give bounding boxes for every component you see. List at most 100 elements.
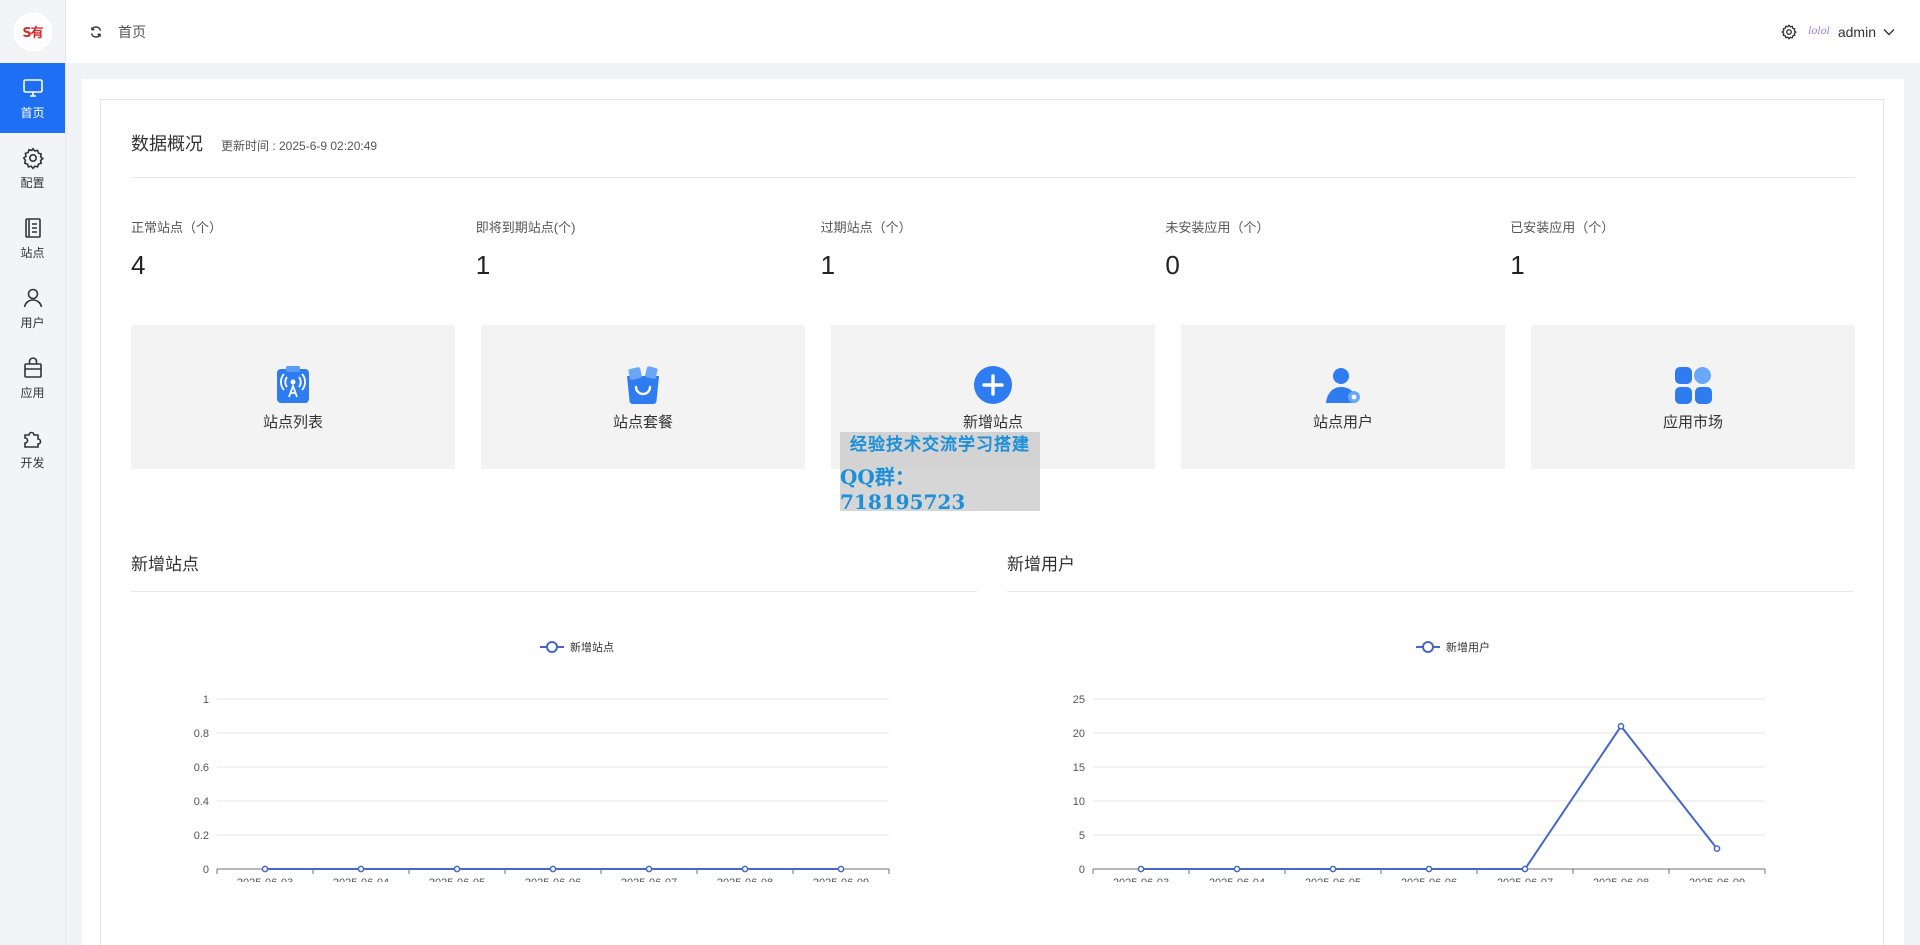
tile-site-users[interactable]: 站点用户 xyxy=(1181,325,1505,469)
stat-label: 即将到期站点(个) xyxy=(475,220,576,235)
chevron-down-icon[interactable] xyxy=(1882,25,1896,39)
tile-label: 新增站点 xyxy=(962,413,1023,431)
chart-title: 新增站点 xyxy=(131,540,977,592)
sidebar-item-label: 站点 xyxy=(20,245,45,260)
tile-site-plans[interactable]: 站点套餐 xyxy=(481,325,805,469)
antenna-clipboard-icon xyxy=(277,365,309,403)
stat-installed-apps: 已安装应用（个） 1 xyxy=(1510,217,1855,281)
tile-site-list[interactable]: 站点列表 xyxy=(131,325,455,469)
y-tick-label: 0 xyxy=(203,864,209,876)
data-point xyxy=(453,865,461,873)
series-line xyxy=(1141,724,1718,870)
x-tick-label: 2025-06-07 xyxy=(621,877,677,882)
chart-new-sites-svg: 新增站点 0 0.2 0.4 0.6 0.8 1 2025-06-03 2025-06-04 20… xyxy=(194,640,890,882)
data-point xyxy=(1713,845,1721,852)
y-tick-label: 15 xyxy=(1073,762,1085,774)
data-point xyxy=(645,865,653,873)
plus-circle-icon xyxy=(974,365,1012,404)
data-point xyxy=(1521,865,1529,873)
tile-label: 站点套餐 xyxy=(612,413,673,431)
sidebar-item-sites[interactable]: 站点 xyxy=(0,203,65,273)
sidebar-item-label: 首页 xyxy=(20,105,45,120)
y-tick-label: 0.4 xyxy=(194,796,209,808)
x-tick-label: 2025-06-04 xyxy=(333,877,389,882)
chart-new-users-svg: 新增用户 0 5 10 15 20 25 2025-06-03 2025-06-04 2025-0… xyxy=(1073,640,1766,882)
sidebar-item-dev[interactable]: 开发 xyxy=(0,413,65,483)
username[interactable]: admin xyxy=(1838,24,1876,40)
sidebar-item-label: 开发 xyxy=(20,455,45,470)
update-time: 更新时间 : 2025-6-9 02:20:49 xyxy=(221,139,378,153)
sidebar: S有 首页 配置 站点 用户 应用 开发 xyxy=(0,0,66,945)
stat-label: 正常站点（个） xyxy=(131,220,223,235)
tile-label: 应用市场 xyxy=(1662,413,1723,431)
monitor-icon xyxy=(22,78,43,97)
legend-marker xyxy=(1422,641,1434,653)
sidebar-item-home[interactable]: 首页 xyxy=(0,63,65,133)
legend-marker xyxy=(546,641,558,653)
breadcrumb[interactable]: 首页 xyxy=(118,22,146,42)
x-tick-label: 2025-06-03 xyxy=(237,877,293,882)
tile-label: 站点列表 xyxy=(262,413,323,431)
tile-app-market[interactable]: 应用市场 xyxy=(1531,325,1855,469)
y-tick-label: 20 xyxy=(1073,728,1085,740)
data-point xyxy=(1425,865,1433,873)
stat-normal-sites: 正常站点（个） 4 xyxy=(131,217,476,281)
top-bar: 首页 lolol admin xyxy=(66,0,1920,63)
sidebar-item-label: 配置 xyxy=(20,175,45,190)
sidebar-item-apps[interactable]: 应用 xyxy=(0,343,65,413)
y-tick-label: 5 xyxy=(1079,830,1085,842)
data-point xyxy=(549,865,557,873)
stat-expiring-sites: 即将到期站点(个) 1 xyxy=(476,217,821,281)
stat-value: 1 xyxy=(1510,250,1525,280)
data-point xyxy=(741,865,749,873)
x-tick-label: 2025-06-08 xyxy=(1593,877,1649,882)
data-point xyxy=(1617,722,1625,730)
data-point xyxy=(1137,865,1145,873)
x-tick-label: 2025-06-05 xyxy=(1305,877,1361,882)
data-point xyxy=(261,865,269,873)
legend-label: 新增用户 xyxy=(1446,640,1490,654)
gear-icon xyxy=(22,147,44,170)
x-tick-label: 2025-06-09 xyxy=(1689,877,1745,882)
page-title: 数据概况 xyxy=(131,134,203,154)
chart-legend: 新增站点 xyxy=(540,640,614,654)
logo[interactable]: S有 xyxy=(12,11,53,52)
x-tick-label: 2025-06-08 xyxy=(717,877,773,882)
stat-uninstalled-apps: 未安装应用（个） 0 xyxy=(1165,217,1510,281)
stat-label: 已安装应用（个） xyxy=(1510,220,1615,235)
chart-new-users: 新增用户 新增用户 0 5 10 15 20 25 2025-06-03 2025-06-04 2… xyxy=(1007,540,1853,882)
watermark: 经验技术交流学习搭建 QQ群：718195723 xyxy=(840,432,1040,514)
y-tick-label: 25 xyxy=(1073,694,1085,706)
x-tick-label: 2025-06-05 xyxy=(429,877,485,882)
tile-label: 站点用户 xyxy=(1312,413,1373,431)
chart-legend: 新增用户 xyxy=(1416,640,1490,654)
main-content: 数据概况 更新时间 : 2025-6-9 02:20:49 正常站点（个） 4 … xyxy=(82,79,1904,945)
chart-title: 新增用户 xyxy=(1007,540,1853,592)
x-tick-label: 2025-06-07 xyxy=(1497,877,1553,882)
sidebar-item-label: 用户 xyxy=(20,315,45,330)
user-icon xyxy=(23,288,42,307)
legend-label: 新增站点 xyxy=(570,640,614,654)
avatar[interactable]: lolol xyxy=(1808,26,1830,37)
y-tick-label: 0.6 xyxy=(194,762,209,774)
data-point xyxy=(357,865,365,873)
chart-new-sites: 新增站点 新增站点 0 0.2 0.4 0.6 0.8 1 2025-06-03 2025-06… xyxy=(131,540,977,882)
sidebar-item-users[interactable]: 用户 xyxy=(0,273,65,343)
settings-gear-icon[interactable] xyxy=(1780,23,1798,41)
data-point xyxy=(837,865,845,873)
refresh-icon[interactable] xyxy=(88,24,104,40)
overview-panel: 数据概况 更新时间 : 2025-6-9 02:20:49 正常站点（个） 4 … xyxy=(100,99,1884,945)
data-point xyxy=(1329,865,1337,873)
stat-value: 0 xyxy=(1165,250,1180,280)
app-grid-icon xyxy=(1675,366,1712,404)
bag-icon xyxy=(23,356,42,378)
sidebar-item-config[interactable]: 配置 xyxy=(0,133,65,203)
stat-value: 4 xyxy=(131,250,146,280)
x-tick-label: 2025-06-04 xyxy=(1209,877,1265,882)
watermark-line1: 经验技术交流学习搭建 xyxy=(850,434,1030,455)
x-tick-label: 2025-06-06 xyxy=(525,877,581,882)
notebook-icon xyxy=(24,217,41,238)
stat-value: 1 xyxy=(820,250,836,280)
logo-mark: S有 xyxy=(22,26,43,41)
sidebar-item-label: 应用 xyxy=(20,385,45,400)
